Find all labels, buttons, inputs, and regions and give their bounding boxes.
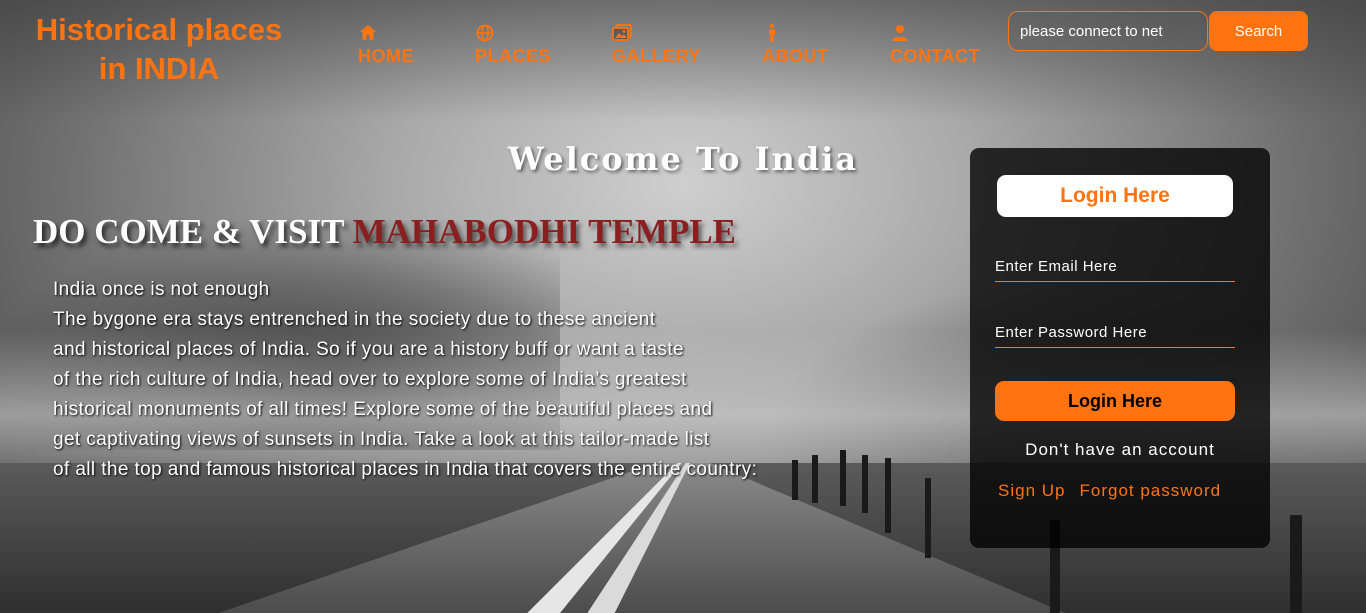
nav-places-label: PLACES [475,46,552,66]
intro-line: historical monuments of all times! Explo… [53,399,713,420]
globe-icon [476,24,494,42]
image-icon [612,24,632,41]
home-icon [360,25,376,40]
nav-about-label: ABOUT [762,46,829,66]
headline-prefix: DO COME & VISIT [33,212,353,251]
intro-line: India once is not enough [53,279,270,300]
forgot-password-link[interactable]: Forgot password [1079,481,1221,500]
intro-line: get captivating views of sunsets in Indi… [53,429,710,450]
nav-home-label: HOME [358,46,414,66]
site-logo-title[interactable]: Historical places in INDIA [0,10,318,88]
nav-about[interactable]: ABOUT [762,22,829,67]
intro-line: The bygone era stays entrenched in the s… [53,309,656,330]
nav-contact[interactable]: CONTACT [890,22,980,67]
no-account-text: Don't have an account [1025,440,1215,459]
nav-contact-label: CONTACT [890,46,981,66]
brand-line-1: Historical places [35,12,283,47]
page-headline: DO COME & VISIT MAHABODHI TEMPLE [33,212,736,252]
login-title: Login Here [997,175,1233,217]
login-links: Sign Up Forgot password [998,481,1221,501]
email-field[interactable] [995,252,1235,282]
nav-gallery[interactable]: GALLERY [612,22,701,67]
person-icon [769,23,775,42]
nav-home[interactable]: HOME [358,22,414,67]
brand-line-2: in INDIA [98,51,220,86]
user-icon [892,25,908,41]
search-input[interactable] [1008,11,1208,51]
nav-places[interactable]: PLACES [475,22,551,67]
login-button[interactable]: Login Here [995,381,1235,421]
signup-link[interactable]: Sign Up [998,481,1065,500]
intro-line: of all the top and famous historical pla… [53,459,758,480]
intro-line: and historical places of India. So if yo… [53,339,684,360]
nav-gallery-label: GALLERY [612,46,701,66]
login-panel: Login Here Login Here Don't have an acco… [970,148,1270,548]
intro-text: India once is not enough The bygone era … [53,275,873,485]
password-field[interactable] [995,318,1235,348]
search-button[interactable]: Search [1209,11,1308,51]
intro-line: of the rich culture of India, head over … [53,369,687,390]
headline-highlight: MAHABODHI TEMPLE [352,212,737,251]
